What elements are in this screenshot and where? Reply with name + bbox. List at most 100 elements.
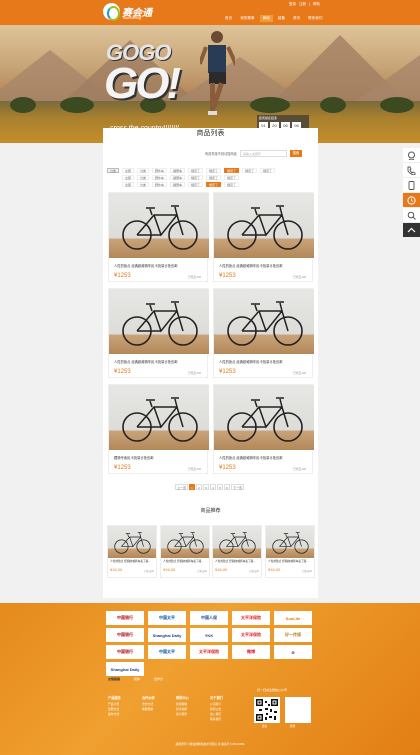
sidebar-button[interactable]	[403, 148, 420, 163]
footer-link[interactable]: 操作方法	[108, 712, 130, 716]
partner-logo[interactable]: 微博	[232, 645, 270, 659]
filter-option[interactable]: 分类	[137, 182, 150, 187]
filter-option[interactable]: 规定了	[188, 168, 204, 173]
footer-link[interactable]: 联系我们	[210, 717, 232, 721]
filter-option[interactable]: 越野车	[170, 168, 186, 173]
product-card[interactable]: 人性的肋点 经典欧威骑车民卡批量计批包邮 ¥1253 已售出100	[108, 288, 209, 378]
footer-link[interactable]: 注册方法	[108, 707, 130, 711]
sidebar-button[interactable]	[403, 208, 420, 223]
footer-link[interactable]: 新闻公告	[210, 707, 232, 711]
nav-item[interactable]: 装备	[275, 15, 288, 22]
top-link[interactable]: 注册	[299, 2, 306, 7]
filter-option[interactable]: 全部	[122, 182, 135, 187]
filter-option[interactable]: 规定了	[260, 168, 276, 173]
footer-link-tab[interactable]: 友情链接	[108, 677, 120, 681]
page-button[interactable]: 6	[224, 484, 231, 490]
footer-link[interactable]: 加入我们	[210, 712, 232, 716]
partner-logo[interactable]: 中国银行	[106, 628, 144, 642]
top-link[interactable]: 登录	[289, 2, 296, 7]
product-card[interactable]: 人性的肋点 经典欧威骑车民卡批量计批包邮 ¥1253 已售出100	[213, 288, 314, 378]
search-placeholder: 请输入关键字	[242, 152, 261, 156]
sidebar-button[interactable]	[403, 178, 420, 193]
footer-link[interactable]: 新手指南	[176, 707, 198, 711]
logo[interactable]: 赛会通 saihuitong	[103, 3, 155, 21]
filter-option[interactable]: 全部	[122, 168, 135, 173]
nav-item[interactable]: 联系我们	[305, 15, 325, 22]
filter-option[interactable]: 规定了	[242, 168, 258, 173]
partner-logo[interactable]: 中国太平	[148, 611, 186, 625]
footer-link[interactable]: 地图导航	[142, 707, 164, 711]
sidebar-button[interactable]	[403, 193, 420, 208]
partner-logo[interactable]: 中国太平	[148, 645, 186, 659]
footer-link[interactable]: 产品介绍	[108, 702, 130, 706]
page-button[interactable]: 3	[203, 484, 210, 490]
partner-logo[interactable]: SunLife	[274, 611, 312, 625]
recommend-card[interactable]: 人性的肋点 经典欧威骑车卖了路... ¥16.00 已售出20	[212, 525, 262, 578]
partner-logo[interactable]: YKK	[190, 628, 228, 642]
recommend-title-text: 人性的肋点 经典欧威骑车卖了路...	[215, 560, 256, 563]
product-title: 人性的肋点 经典欧威骑车民卡批量计批包邮	[219, 360, 283, 364]
footer-link[interactable]: 合作方法	[142, 702, 164, 706]
nav-item[interactable]: 我的赛事	[237, 15, 257, 22]
nav-item[interactable]: 资讯	[290, 15, 303, 22]
filter-option[interactable]: 分类	[137, 175, 150, 180]
filter-option[interactable]: 规定了	[188, 175, 204, 180]
filter-option[interactable]: 分类	[137, 168, 150, 173]
search-button[interactable]: 搜索	[289, 150, 302, 157]
footer-link-tab[interactable]: 合作方	[154, 677, 163, 681]
filter-option[interactable]: 规定了	[206, 182, 222, 187]
recommend-card[interactable]: 人性的肋点 经典欧威骑车卖了路... ¥16.00 已售出20	[265, 525, 315, 578]
filter-option[interactable]: 全部	[122, 175, 135, 180]
partner-logo[interactable]: 中国人保	[190, 611, 228, 625]
search-input[interactable]: 请输入关键字	[239, 150, 287, 157]
filter-option[interactable]: 规定了	[224, 168, 240, 173]
recommend-card[interactable]: 人性的肋点 经典欧威骑车卖了路... ¥16.00 已售出20	[107, 525, 157, 578]
filter-option[interactable]: 规定了	[224, 175, 240, 180]
partner-logo[interactable]: Shanghai Daily	[148, 628, 186, 642]
page-button[interactable]: 上一页	[175, 484, 189, 490]
footer-link-tab[interactable]: 媒体	[134, 677, 140, 681]
filter-option[interactable]: 越野车	[170, 175, 186, 180]
partner-logo[interactable]: 太平洋保险	[232, 628, 270, 642]
filter-option[interactable]: 野外车	[152, 182, 168, 187]
filter-option[interactable]: 规定了	[224, 182, 240, 187]
product-card[interactable]: 人性的肋点 经典欧威骑车民卡批量计批包邮 ¥1253 已售出100	[213, 192, 314, 282]
filter-option[interactable]: 越野车	[170, 182, 186, 187]
filter-option[interactable]: 规定了	[206, 175, 222, 180]
partner-logo[interactable]: 中国银行	[106, 611, 144, 625]
recommend-card[interactable]: 人性的肋点 经典欧威骑车卖了路... ¥16.00 已售出20	[160, 525, 210, 578]
footer-link[interactable]: 商户服务	[176, 712, 198, 716]
partner-logo[interactable]: 好一传媒	[274, 628, 312, 642]
clock-icon	[407, 196, 416, 205]
footer-link[interactable]: 公司简介	[210, 702, 232, 706]
filter-option[interactable]: 野外车	[152, 168, 168, 173]
page-button[interactable]: 2	[196, 484, 203, 490]
partner-logo[interactable]: 中国银行	[106, 645, 144, 659]
footer-column-heading: 产品服务	[108, 696, 121, 700]
page-button[interactable]: 1	[189, 484, 196, 490]
partner-logo[interactable]: Shanghai Daily	[106, 662, 144, 676]
nav-item[interactable]: 商城	[259, 15, 273, 22]
footer-column: 帮助中心 使用帮助 新手指南 商户服务	[176, 695, 198, 722]
partner-logo[interactable]: G	[274, 645, 312, 659]
page-button[interactable]: 下一页	[231, 484, 245, 490]
partner-logo[interactable]: 太平洋保险	[190, 645, 228, 659]
page-button[interactable]: 4	[210, 484, 217, 490]
search-icon	[407, 211, 416, 220]
nav-item[interactable]: 首页	[222, 15, 235, 22]
product-price: ¥1253	[114, 369, 131, 375]
page-button[interactable]: 5	[217, 484, 224, 490]
filter-option[interactable]: 规定了	[188, 182, 204, 187]
recommend-title: 商品推荐	[200, 508, 221, 514]
sidebar-button[interactable]	[403, 163, 420, 178]
product-card[interactable]: 藏骑专卖民卡批量计批包邮 ¥1253 已售出100	[108, 384, 209, 474]
top-link[interactable]: 帮助	[313, 2, 320, 7]
filter-option[interactable]: 野外车	[152, 175, 168, 180]
footer-link[interactable]: 使用帮助	[176, 702, 198, 706]
product-card[interactable]: 人性的肋点 经典欧威骑车民卡批量计批包邮 ¥1253 已售出100	[108, 192, 209, 282]
product-image	[109, 385, 209, 450]
partner-logo[interactable]: 太平洋保险	[232, 611, 270, 625]
product-card[interactable]: 人性的肋点 经典欧威骑车民卡批量计批包邮 ¥1253 已售出100	[213, 384, 314, 474]
filter-option[interactable]: 规定了	[206, 168, 222, 173]
sidebar-button[interactable]	[403, 223, 420, 238]
